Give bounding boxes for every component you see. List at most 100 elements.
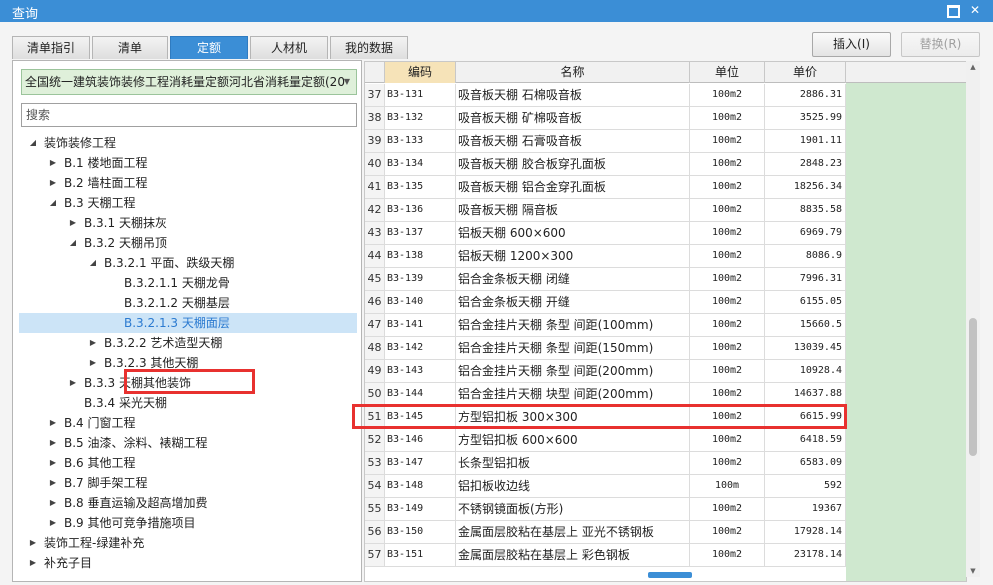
tree-item[interactable]: ◢ B.3.2 天棚吊顶 <box>19 233 357 253</box>
expand-arrow-icon[interactable]: ▶ <box>87 353 99 373</box>
cell-unit: 100m2 <box>690 383 765 405</box>
tree-item[interactable]: ▶ B.6 其他工程 <box>19 453 357 473</box>
collapse-arrow-icon[interactable]: ◢ <box>47 193 59 213</box>
expand-arrow-icon[interactable]: ▶ <box>67 213 79 233</box>
tree-item[interactable]: ▶ B.7 脚手架工程 <box>19 473 357 493</box>
table-row[interactable]: 39 B3-133 吸音板天棚 石膏吸音板 100m2 1901.11 <box>365 130 846 153</box>
expand-arrow-icon[interactable]: ▶ <box>47 413 59 433</box>
tree-item[interactable]: ▶ B.4 门窗工程 <box>19 413 357 433</box>
quota-library-select[interactable]: 全国统一建筑装饰装修工程消耗量定额河北省消耗量定额(20 ▼ <box>21 69 357 95</box>
empty-area <box>846 83 966 581</box>
vertical-scrollbar[interactable]: ▲ ▼ <box>966 61 980 577</box>
table-row[interactable]: 49 B3-143 铝合金挂片天棚 条型 间距(200mm) 100m2 10928.4 <box>365 360 846 383</box>
expand-arrow-icon[interactable]: ▶ <box>47 433 59 453</box>
expand-arrow-icon[interactable]: ▶ <box>87 333 99 353</box>
expand-arrow-icon[interactable]: ▶ <box>47 173 59 193</box>
replace-button[interactable]: 替换(R) <box>901 32 980 57</box>
tree-item[interactable]: B.3.2.1.1 天棚龙骨 <box>19 273 357 293</box>
table-row[interactable]: 37 B3-131 吸音板天棚 石棉吸音板 100m2 2886.31 <box>365 84 846 107</box>
tree-item[interactable]: ▶ B.1 楼地面工程 <box>19 153 357 173</box>
table-row[interactable]: 55 B3-149 不锈钢镜面板(方形) 100m2 19367 <box>365 498 846 521</box>
insert-button[interactable]: 插入(I) <box>812 32 891 57</box>
tab-bill[interactable]: 清单 <box>92 36 168 59</box>
table-row[interactable]: 41 B3-135 吸音板天棚 铝合金穿孔面板 100m2 18256.34 <box>365 176 846 199</box>
tab-quota[interactable]: 定额 <box>170 36 248 59</box>
table-row[interactable]: 38 B3-132 吸音板天棚 矿棉吸音板 100m2 3525.99 <box>365 107 846 130</box>
expand-arrow-icon[interactable]: ▶ <box>47 453 59 473</box>
scroll-thumb[interactable] <box>969 318 977 456</box>
cell-unit: 100m2 <box>690 314 765 336</box>
tree-item[interactable]: ▶ B.5 油漆、涂料、裱糊工程 <box>19 433 357 453</box>
tree-item[interactable]: ▶ B.3.1 天棚抹灰 <box>19 213 357 233</box>
cell-name: 铝板天棚 600×600 <box>456 222 690 244</box>
tree-item-label: B.3.1 天棚抹灰 <box>84 216 167 230</box>
table-row[interactable]: 48 B3-142 铝合金挂片天棚 条型 间距(150mm) 100m2 13039.4… <box>365 337 846 360</box>
splitter-grip[interactable] <box>648 572 692 578</box>
tree-item[interactable]: B.3.4 采光天棚 <box>19 393 357 413</box>
table-row[interactable]: 47 B3-141 铝合金挂片天棚 条型 间距(100mm) 100m2 15660.5 <box>365 314 846 337</box>
table-row[interactable]: 51 B3-145 方型铝扣板 300×300 100m2 6615.99 <box>365 406 846 429</box>
tree-item[interactable]: ◢ B.3 天棚工程 <box>19 193 357 213</box>
table-row[interactable]: 52 B3-146 方型铝扣板 600×600 100m2 6418.59 <box>365 429 846 452</box>
table-row[interactable]: 45 B3-139 铝合金条板天棚 闭缝 100m2 7996.31 <box>365 268 846 291</box>
header-name[interactable]: 名称 <box>456 62 690 83</box>
tree-item[interactable]: ▶ B.8 垂直运输及超高增加费 <box>19 493 357 513</box>
collapse-arrow-icon[interactable]: ◢ <box>67 233 79 253</box>
table-row[interactable]: 53 B3-147 长条型铝扣板 100m2 6583.09 <box>365 452 846 475</box>
tree-item[interactable]: ◢ 装饰装修工程 <box>19 133 357 153</box>
expand-arrow-icon[interactable]: ▶ <box>67 373 79 393</box>
table-row[interactable]: 46 B3-140 铝合金条板天棚 开缝 100m2 6155.05 <box>365 291 846 314</box>
tree-item[interactable]: ▶ B.2 墙柱面工程 <box>19 173 357 193</box>
collapse-arrow-icon[interactable]: ◢ <box>27 133 39 153</box>
table-row[interactable]: 54 B3-148 铝扣板收边线 100m 592 <box>365 475 846 498</box>
table-row[interactable]: 57 B3-151 金属面层胶粘在基层上 彩色钢板 100m2 23178.14 <box>365 544 846 567</box>
cell-code: B3-137 <box>385 222 456 244</box>
table-row[interactable]: 50 B3-144 铝合金挂片天棚 块型 间距(200mm) 100m2 14637.8… <box>365 383 846 406</box>
tree-item[interactable]: ▶ B.3.2.2 艺术造型天棚 <box>19 333 357 353</box>
tab-my-data[interactable]: 我的数据 <box>330 36 408 59</box>
table-row[interactable]: 40 B3-134 吸音板天棚 胶合板穿孔面板 100m2 2848.23 <box>365 153 846 176</box>
tree-item[interactable]: ▶ 补充子目 <box>19 553 357 573</box>
tree-item-label: B.3.2.1.3 天棚面层 <box>124 316 230 330</box>
collapse-arrow-icon[interactable]: ◢ <box>87 253 99 273</box>
tree-item[interactable]: B.3.2.1.2 天棚基层 <box>19 293 357 313</box>
tree-item[interactable]: ▶ B.3.3 天棚其他装饰 <box>19 373 357 393</box>
scroll-down-icon[interactable]: ▼ <box>966 565 980 577</box>
tree-item[interactable]: ▶ 装饰工程-绿建补充 <box>19 533 357 553</box>
header-code[interactable]: 编码 <box>385 62 456 83</box>
row-number: 45 <box>365 268 385 290</box>
expand-arrow-icon[interactable]: ▶ <box>47 473 59 493</box>
tree-item[interactable]: ▶ B.9 其他可竞争措施项目 <box>19 513 357 533</box>
cell-unit: 100m2 <box>690 544 765 566</box>
cell-price: 15660.5 <box>765 314 846 336</box>
tree-item[interactable]: ▶ B.3.2.3 其他天棚 <box>19 353 357 373</box>
search-input[interactable] <box>21 103 357 127</box>
close-icon[interactable]: ✕ <box>967 2 983 18</box>
scroll-up-icon[interactable]: ▲ <box>966 61 980 73</box>
tree-item-label: B.3 天棚工程 <box>64 196 136 210</box>
table-row[interactable]: 42 B3-136 吸音板天棚 隔音板 100m2 8835.58 <box>365 199 846 222</box>
table-row[interactable]: 44 B3-138 铝板天棚 1200×300 100m2 8086.9 <box>365 245 846 268</box>
cell-code: B3-131 <box>385 84 456 106</box>
tree-item[interactable]: B.3.2.1.3 天棚面层 <box>19 313 357 333</box>
header-unit[interactable]: 单位 <box>690 62 765 83</box>
table-row[interactable]: 56 B3-150 金属面层胶粘在基层上 亚光不锈钢板 100m2 17928.14 <box>365 521 846 544</box>
cell-unit: 100m2 <box>690 521 765 543</box>
cell-price: 6418.59 <box>765 429 846 451</box>
tree-item[interactable]: ◢ B.3.2.1 平面、跌级天棚 <box>19 253 357 273</box>
row-number: 57 <box>365 544 385 566</box>
cell-price: 13039.45 <box>765 337 846 359</box>
cell-price: 19367 <box>765 498 846 520</box>
expand-arrow-icon[interactable]: ▶ <box>27 553 39 573</box>
header-price[interactable]: 单价 <box>765 62 846 83</box>
tab-bill-guide[interactable]: 清单指引 <box>12 36 90 59</box>
maximize-icon[interactable] <box>944 2 960 18</box>
expand-arrow-icon[interactable]: ▶ <box>27 533 39 553</box>
expand-arrow-icon[interactable]: ▶ <box>47 513 59 533</box>
table-row[interactable]: 43 B3-137 铝板天棚 600×600 100m2 6969.79 <box>365 222 846 245</box>
cell-code: B3-135 <box>385 176 456 198</box>
expand-arrow-icon[interactable]: ▶ <box>47 493 59 513</box>
expand-arrow-icon[interactable]: ▶ <box>47 153 59 173</box>
cell-price: 18256.34 <box>765 176 846 198</box>
tab-labor-material-machine[interactable]: 人材机 <box>250 36 328 59</box>
